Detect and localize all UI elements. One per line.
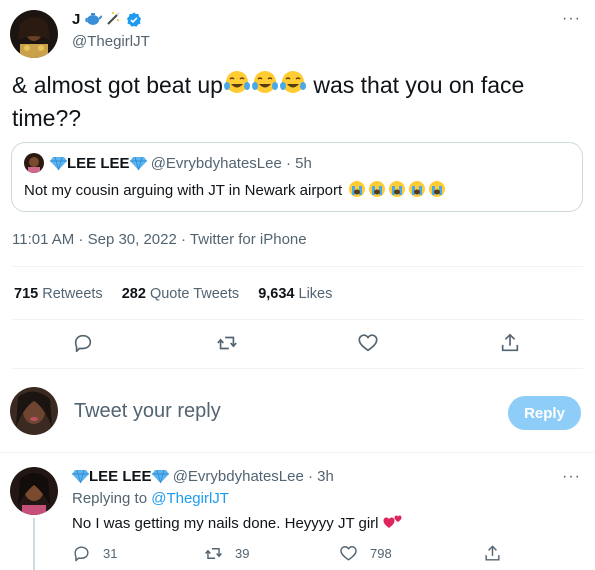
reply-input[interactable]: Tweet your reply (74, 400, 221, 423)
quote-author-handle[interactable]: @EvrybdyhatesLee (151, 155, 282, 172)
quote-author-avatar[interactable] (24, 153, 44, 173)
reply-author-name[interactable]: LEE LEE (89, 468, 152, 485)
replying-to-prefix: Replying to (72, 490, 148, 507)
reply-text: No I was getting my nails done. Heyyyy J… (72, 513, 403, 534)
reply-submit-button[interactable]: Reply (508, 396, 581, 430)
author-name-text[interactable]: J (72, 11, 80, 28)
quote-author-name[interactable]: LEE LEE (67, 155, 130, 172)
tears-of-joy-emoji (251, 70, 279, 103)
author-avatar[interactable] (10, 10, 58, 58)
reply-time[interactable]: · 3h (308, 468, 334, 485)
quote-time[interactable]: · 5h (286, 155, 312, 172)
verified-badge-icon (127, 12, 141, 27)
divider (12, 319, 583, 320)
author-handle[interactable]: @ThegirlJT (72, 33, 150, 50)
loudly-crying-emoji (348, 180, 448, 202)
gem-icon (50, 156, 67, 174)
reply-more-options-button[interactable]: ··· (562, 468, 581, 486)
tweet-text-part1: & almost got beat up (12, 72, 223, 98)
retweets-count: 715 (14, 286, 39, 302)
reply-like-count: 798 (370, 545, 392, 561)
quote-tweets-label: Quote Tweets (149, 286, 240, 302)
magic-wand-icon (106, 11, 121, 30)
more-options-button[interactable]: ··· (562, 10, 581, 28)
reply-share-button[interactable] (483, 543, 514, 563)
retweets-label: Retweets (42, 286, 103, 302)
reply-reply-button[interactable]: 31 (72, 543, 117, 563)
gem-icon (151, 469, 169, 487)
reply-icon (74, 334, 92, 353)
divider (12, 368, 583, 369)
share-button[interactable] (499, 332, 521, 354)
current-user-avatar[interactable] (10, 387, 58, 435)
teapot-icon (84, 11, 103, 30)
likes-label: Likes (298, 286, 333, 302)
retweet-button[interactable] (216, 332, 238, 354)
tweet-timestamp[interactable]: 11:01 AM · Sep 30, 2022 · Twitter for iP… (12, 231, 307, 248)
quote-text: Not my cousin arguing with JT in Newark … (24, 180, 448, 202)
divider (12, 266, 583, 267)
engagement-stats: 715 Retweets 282 Quote Tweets 9,634 Like… (14, 286, 347, 302)
tweet-text: & almost got beat up was that you on fac… (12, 70, 572, 133)
quote-text-content: Not my cousin arguing with JT in Newark … (24, 182, 343, 199)
quote-tweets-count: 282 (121, 286, 146, 302)
tears-of-joy-emoji (223, 70, 251, 103)
reply-icon (74, 545, 89, 561)
reply-author-handle[interactable]: @EvrybdyhatesLee (173, 468, 304, 485)
quote-tweets-stat[interactable]: 282 Quote Tweets (122, 286, 239, 302)
gem-icon (129, 156, 147, 174)
quote-header: LEE LEE @EvrybdyhatesLee · 5h (50, 155, 312, 174)
quoted-tweet-card[interactable]: LEE LEE @EvrybdyhatesLee · 5h Not my cou… (11, 142, 583, 212)
heart-icon (358, 334, 378, 352)
divider (0, 452, 595, 453)
gem-icon (72, 469, 89, 487)
like-button[interactable] (357, 332, 379, 354)
likes-count: 9,634 (258, 286, 295, 302)
reply-like-button[interactable]: 798 (339, 543, 392, 563)
thread-line (33, 518, 35, 570)
replying-to-mention[interactable]: @ThegirlJT (151, 490, 229, 507)
heart-icon (340, 545, 357, 561)
retweets-stat[interactable]: 715 Retweets (14, 286, 103, 302)
reply-reply-count: 31 (103, 545, 118, 561)
share-icon (485, 544, 500, 561)
retweet-icon (217, 336, 237, 350)
reply-author-avatar[interactable] (10, 467, 58, 515)
reply-header: LEE LEE @EvrybdyhatesLee · 3h (72, 468, 334, 487)
replying-to: Replying to @ThegirlJT (72, 490, 229, 507)
reply-text-content: No I was getting my nails done. Heyyyy J… (72, 515, 379, 532)
retweet-icon (205, 547, 222, 559)
tears-of-joy-emoji (279, 70, 307, 103)
reply-retweet-button[interactable]: 39 (204, 543, 249, 563)
reply-retweet-count: 39 (235, 545, 250, 561)
author-name[interactable]: J (72, 11, 121, 30)
two-hearts-emoji (383, 513, 403, 534)
likes-stat[interactable]: 9,634 Likes (258, 286, 332, 302)
reply-button[interactable] (72, 332, 94, 354)
share-icon (501, 333, 519, 352)
